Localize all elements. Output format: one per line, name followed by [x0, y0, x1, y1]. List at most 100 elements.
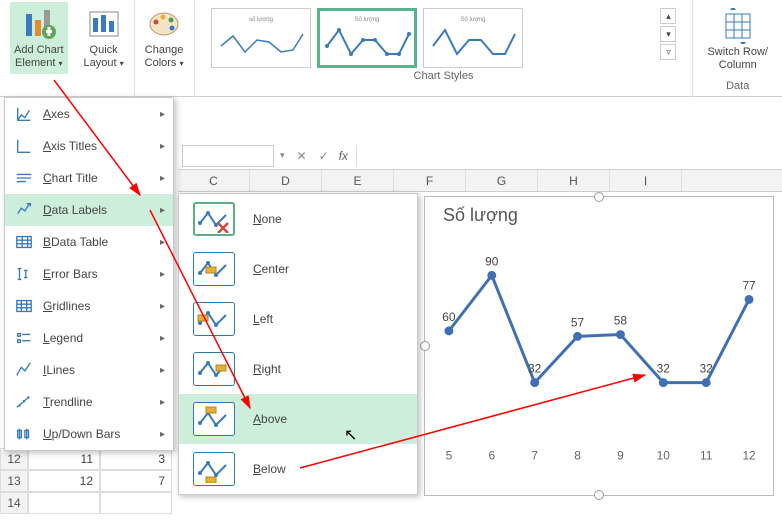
column-header-F[interactable]: F	[394, 170, 466, 191]
name-box[interactable]	[182, 145, 274, 167]
svg-text:Số lượng: Số lượng	[460, 17, 485, 23]
submenu-arrow-icon: ▸	[160, 429, 165, 440]
quick-layout-button[interactable]: QuickLayout ▾	[80, 2, 128, 74]
option-label: Right	[253, 362, 281, 376]
quick-layout-icon	[86, 6, 122, 42]
svg-text:10: 10	[657, 449, 671, 463]
quick-layout-label: QuickLayout	[84, 44, 118, 69]
menu-item-axis-titles[interactable]: Axis Titles▸	[5, 130, 173, 162]
switch-row-column-button[interactable]: Switch Row/Column	[703, 4, 772, 76]
svg-text:5: 5	[446, 449, 453, 463]
chart-handle-bottom[interactable]	[594, 490, 604, 500]
submenu-arrow-icon: ▸	[160, 397, 165, 408]
cell[interactable]	[100, 492, 172, 514]
data-labels-option-none[interactable]: None	[179, 194, 417, 244]
fx-label[interactable]: fx	[335, 149, 352, 163]
data-labels-option-below[interactable]: Below	[179, 444, 417, 494]
option-label: Above	[253, 412, 287, 426]
svg-text:6: 6	[488, 449, 495, 463]
svg-text:32: 32	[700, 362, 714, 376]
option-icon	[193, 202, 235, 236]
chart-plot-area[interactable]: 609032575832327756789101112	[435, 241, 763, 466]
submenu-arrow-icon: ▸	[160, 237, 165, 248]
chart-handle-left[interactable]	[420, 341, 430, 351]
change-colors-button[interactable]: ChangeColors ▾	[141, 2, 188, 74]
cancel-formula-button[interactable]: ✕	[291, 149, 313, 163]
data-labels-option-center[interactable]: Center	[179, 244, 417, 294]
row-header[interactable]: 12	[0, 448, 28, 470]
add-chart-element-button[interactable]: Add ChartElement ▾	[10, 2, 68, 74]
gallery-expand[interactable]: ▿	[660, 44, 676, 60]
menu-item-gridlines[interactable]: Gridlines ▸	[5, 290, 173, 322]
data-labels-option-above[interactable]: Above	[179, 394, 417, 444]
menu-item-label: Up/Down Bars	[43, 427, 120, 441]
option-icon	[193, 252, 235, 286]
gallery-scroll-up[interactable]: ▴	[660, 8, 676, 24]
data-labels-option-right[interactable]: Right	[179, 344, 417, 394]
chart-handle-top[interactable]	[594, 192, 604, 202]
embedded-chart[interactable]: Số lượng 609032575832327756789101112	[424, 196, 774, 496]
chart-styles-gallery[interactable]: số lượng Số lượng Số lượng ▴ ▾ ▿	[201, 2, 687, 70]
chart-style-1[interactable]: số lượng	[211, 8, 311, 68]
option-icon	[193, 452, 235, 486]
menu-item-icon	[13, 169, 35, 187]
submenu-arrow-icon: ▸	[160, 141, 165, 152]
menu-item-up-down-bars[interactable]: Up/Down Bars ▸	[5, 418, 173, 450]
data-labels-submenu: NoneCenterLeft Right Above Below	[178, 193, 418, 495]
svg-text:58: 58	[614, 314, 628, 328]
menu-item-legend[interactable]: Legend▸	[5, 322, 173, 354]
svg-text:7: 7	[531, 449, 538, 463]
column-header-E[interactable]: E	[322, 170, 394, 191]
column-header-H[interactable]: H	[538, 170, 610, 191]
svg-text:32: 32	[528, 362, 542, 376]
gallery-scroll-down[interactable]: ▾	[660, 26, 676, 42]
option-icon	[193, 302, 235, 336]
svg-text:số lượng: số lượng	[249, 17, 273, 23]
menu-item-icon	[13, 361, 35, 379]
formula-bar: ▾ ✕ ✓ fx	[178, 142, 782, 170]
menu-item-axes[interactable]: Axes▸	[5, 98, 173, 130]
menu-item-data-table[interactable]: BData Table ▸	[5, 226, 173, 258]
ribbon: Add ChartElement ▾ QuickLayout ▾ ChangeC…	[0, 0, 782, 97]
cell[interactable]: 12	[28, 470, 100, 492]
menu-item-label: ILines	[43, 363, 75, 377]
svg-text:32: 32	[657, 362, 671, 376]
menu-item-trendline[interactable]: Trendline▸	[5, 386, 173, 418]
switch-row-column-label: Switch Row/Column	[707, 46, 768, 71]
change-colors-label: ChangeColors	[145, 44, 184, 69]
option-icon	[193, 402, 235, 436]
menu-item-error-bars[interactable]: Error Bars▸	[5, 258, 173, 290]
formula-input[interactable]	[356, 145, 782, 167]
submenu-arrow-icon: ▸	[160, 109, 165, 120]
data-labels-option-left[interactable]: Left	[179, 294, 417, 344]
chart-style-2[interactable]: Số lượng	[317, 8, 417, 68]
cell[interactable]	[28, 492, 100, 514]
menu-item-icon	[13, 201, 35, 219]
menu-item-label: BData Table	[43, 235, 108, 249]
name-box-dropdown[interactable]: ▾	[274, 150, 291, 161]
column-header-C[interactable]: C	[178, 170, 250, 191]
menu-item-label: Gridlines	[43, 299, 90, 313]
worksheet-rows: 121131312714	[0, 448, 172, 514]
submenu-arrow-icon: ▸	[160, 301, 165, 312]
row-header[interactable]: 14	[0, 492, 28, 514]
submenu-arrow-icon: ▸	[160, 365, 165, 376]
cell[interactable]: 3	[100, 448, 172, 470]
column-headers: CDEFGHI	[178, 170, 782, 192]
cell[interactable]: 7	[100, 470, 172, 492]
data-group-label: Data	[726, 80, 749, 92]
menu-item-chart-title[interactable]: Chart Title▸	[5, 162, 173, 194]
column-header-G[interactable]: G	[466, 170, 538, 191]
row-header[interactable]: 13	[0, 470, 28, 492]
svg-text:60: 60	[442, 310, 456, 324]
column-header-D[interactable]: D	[250, 170, 322, 191]
cell[interactable]: 11	[28, 448, 100, 470]
chart-style-3[interactable]: Số lượng	[423, 8, 523, 68]
column-header-I[interactable]: I	[610, 170, 682, 191]
add-chart-element-icon	[21, 6, 57, 42]
menu-item-icon	[13, 265, 35, 283]
menu-item-lines[interactable]: ILines ▸	[5, 354, 173, 386]
svg-text:11: 11	[700, 449, 713, 463]
menu-item-data-labels[interactable]: Data Labels▸	[5, 194, 173, 226]
enter-formula-button[interactable]: ✓	[313, 149, 335, 163]
